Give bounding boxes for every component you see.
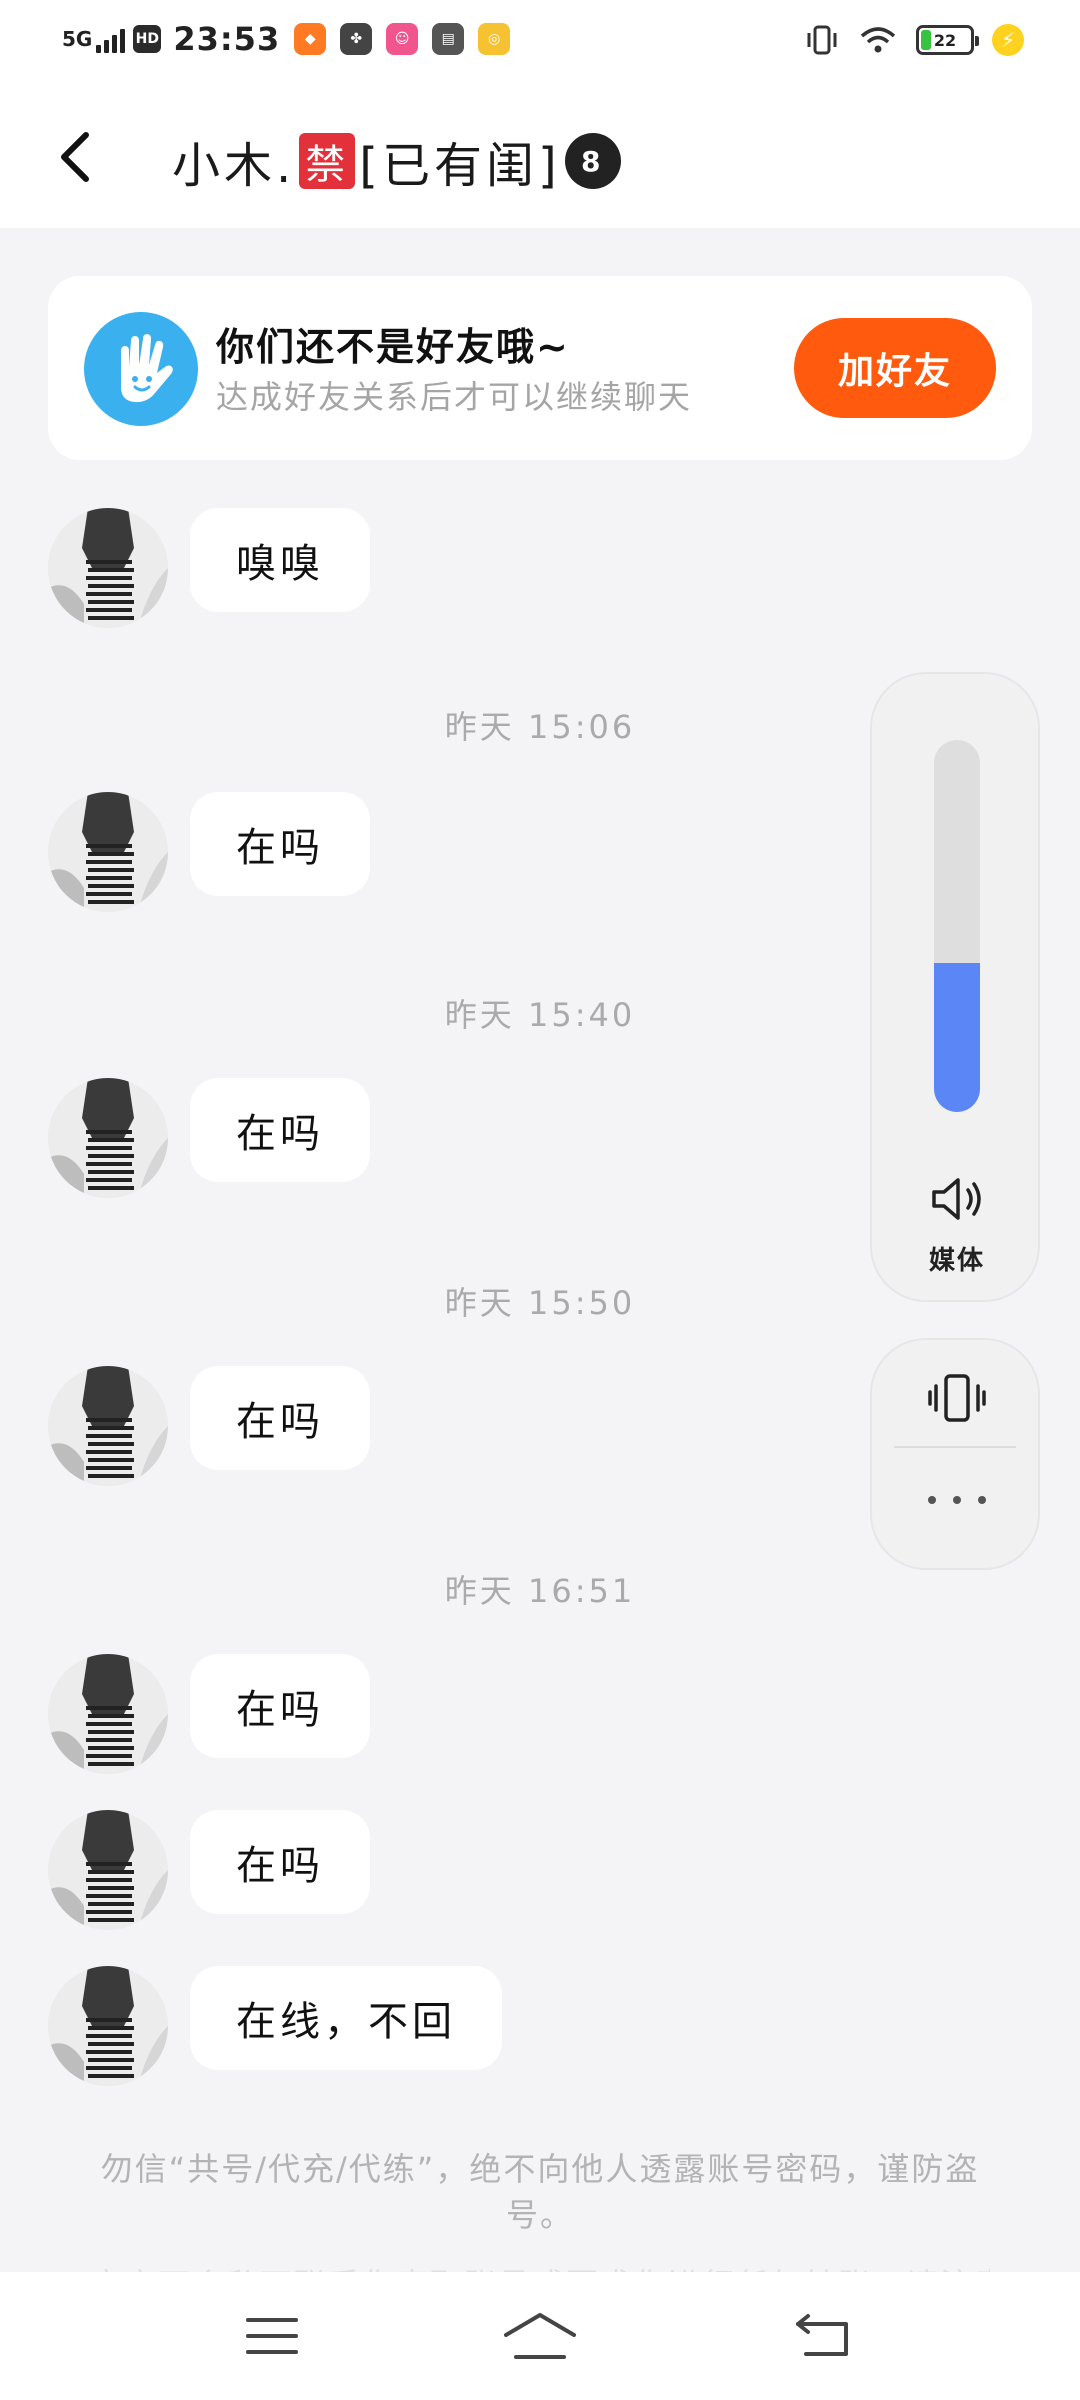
eight-ball-badge: 8 [564, 133, 621, 189]
timestamp: 昨天 16:51 [444, 1572, 636, 1610]
message-bubble[interactable]: 在吗 [190, 1078, 370, 1182]
app-icon-2: ✤ [340, 23, 373, 55]
home-icon [504, 2313, 576, 2359]
hand-wave-icon [84, 312, 198, 426]
menu-icon [246, 2318, 298, 2354]
avatar[interactable] [48, 1654, 168, 1774]
message-bubble[interactable]: 在吗 [190, 1810, 370, 1914]
home-button[interactable] [500, 2308, 580, 2364]
app-icon-4: ▤ [432, 23, 465, 55]
chat-screen: 5G HD 23:53 ◆ ✤ ☺ ▤ ◎ 22 ⚡ 小木. 禁 [已有闺] 8… [0, 0, 1080, 2400]
add-friend-button[interactable]: 加好友 [794, 318, 996, 418]
title-suffix: [已有闺] [359, 138, 561, 194]
navigation-bar [0, 2272, 1080, 2400]
status-bar: 5G HD 23:53 ◆ ✤ ☺ ▤ ◎ 22 ⚡ [0, 0, 1080, 80]
message-bubble[interactable]: 在吗 [190, 792, 370, 896]
volume-slider[interactable] [934, 740, 980, 1112]
vibrate-icon [807, 25, 837, 55]
volume-panel: 媒体 [870, 672, 1040, 1302]
battery-icon: 22 [916, 25, 979, 55]
hd-badge: HD [133, 25, 162, 53]
charging-icon: ⚡ [992, 24, 1024, 56]
avatar-image [48, 1654, 168, 1774]
volume-level-fill [934, 963, 980, 1112]
return-icon [796, 2314, 848, 2356]
status-time: 23:53 [173, 20, 281, 58]
status-right: 22 ⚡ [804, 24, 1024, 56]
message-bubble[interactable]: 在线，不回 [190, 1966, 502, 2070]
banner-title: 你们还不是好友哦~ [216, 325, 570, 369]
app-icon-5: ◎ [478, 23, 511, 55]
avatar[interactable] [48, 1078, 168, 1198]
wifi-icon [860, 27, 896, 53]
status-left: 5G HD 23:53 ◆ ✤ ☺ ▤ ◎ [62, 20, 511, 58]
avatar-image [48, 508, 168, 628]
friend-request-banner: 你们还不是好友哦~ 达成好友关系后才可以继续聊天 加好友 [48, 276, 1032, 460]
message-bubble[interactable]: 在吗 [190, 1366, 370, 1470]
back-button[interactable] [54, 122, 114, 192]
speaker-icon[interactable] [928, 1174, 986, 1224]
battery-fill [921, 30, 931, 50]
avatar[interactable] [48, 508, 168, 628]
title-name: 小木. [172, 138, 296, 194]
page-title: 小木. 禁 [已有闺] 8 [172, 126, 621, 196]
avatar[interactable] [48, 1810, 168, 1930]
back-nav-button[interactable] [784, 2308, 864, 2364]
banner-subtitle: 达成好友关系后才可以继续聊天 [216, 378, 693, 416]
avatar[interactable] [48, 1966, 168, 2086]
signal-icon [96, 25, 126, 53]
avatar[interactable] [48, 792, 168, 912]
battery-level: 22 [933, 30, 957, 50]
volume-label: 媒体 [928, 1246, 985, 1276]
chevron-left-icon [61, 132, 89, 182]
avatar-image [48, 1366, 168, 1486]
app-icon-3: ☺ [386, 23, 419, 55]
sound-mode-panel [870, 1338, 1040, 1570]
app-icon-1: ◆ [294, 23, 327, 55]
security-notice: 勿信“共号/代充/代练”，绝不向他人透露账号密码，谨防盗号。 [100, 2150, 980, 2234]
avatar-image [48, 1078, 168, 1198]
avatar-image [48, 1966, 168, 2086]
avatar-image [48, 1810, 168, 1930]
avatar[interactable] [48, 1366, 168, 1486]
network-type: 5G [62, 27, 93, 51]
chat-header: 小木. 禁 [已有闺] 8 [0, 80, 1080, 228]
ban-badge: 禁 [299, 133, 356, 189]
message-bubble[interactable]: 嗅嗅 [190, 508, 370, 612]
divider [894, 1446, 1016, 1448]
avatar-image [48, 792, 168, 912]
more-icon[interactable] [928, 1490, 986, 1510]
menu-button[interactable] [232, 2308, 312, 2364]
vibrate-mode-icon[interactable] [926, 1370, 988, 1426]
message-bubble[interactable]: 在吗 [190, 1654, 370, 1758]
